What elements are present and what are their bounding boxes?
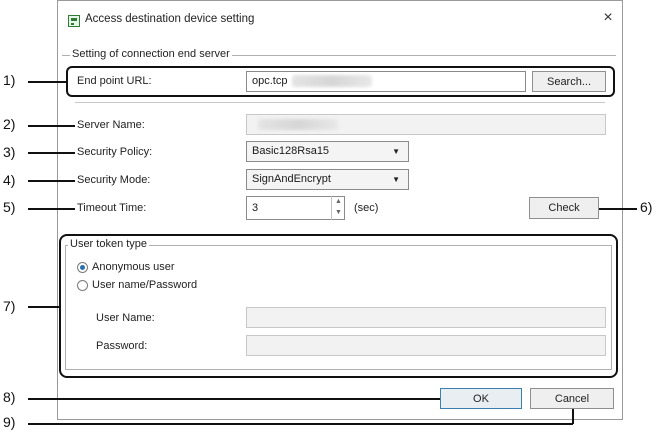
- endpoint-label-text: End point URL:: [77, 75, 152, 87]
- callout-9-vline: [572, 409, 574, 424]
- timeout-label: Timeout Time:: [77, 202, 147, 214]
- app-icon: [68, 15, 80, 27]
- security-mode-label: Security Mode:: [77, 174, 151, 186]
- chevron-down-icon: ▼: [392, 147, 400, 156]
- password-input[interactable]: [246, 335, 606, 356]
- search-button[interactable]: Search...: [532, 71, 606, 92]
- spin-down-icon[interactable]: ▼: [335, 209, 342, 216]
- security-policy-label: Security Policy:: [77, 146, 153, 158]
- callout-9-line: [28, 423, 573, 425]
- callout-4: 4): [3, 172, 16, 188]
- window-title: Access destination device setting: [85, 13, 255, 25]
- callout-6: 6): [640, 199, 653, 215]
- connection-group-legend: Setting of connection end server: [70, 48, 232, 60]
- callout-3: 3): [3, 144, 16, 160]
- ok-button[interactable]: OK: [440, 388, 522, 409]
- callout-8-line: [28, 398, 440, 400]
- anonymous-label[interactable]: Anonymous user: [92, 261, 175, 273]
- redacted-server-name: [258, 119, 338, 130]
- security-mode-select[interactable]: SignAndEncrypt ▼: [246, 169, 409, 190]
- check-button[interactable]: Check: [529, 197, 599, 219]
- callout-2-line: [28, 125, 75, 127]
- security-policy-select[interactable]: Basic128Rsa15 ▼: [246, 141, 409, 162]
- callout-2: 2): [3, 116, 16, 132]
- callout-3-line: [28, 152, 75, 154]
- endpoint-url-input[interactable]: opc.tcp: [246, 71, 526, 92]
- callout-7-line: [28, 306, 59, 308]
- user-token-legend: User token type: [68, 238, 150, 250]
- callout-5-line: [28, 208, 75, 210]
- callout-4-line: [28, 180, 75, 182]
- callout-7: 7): [3, 298, 16, 314]
- redacted-url: [292, 75, 372, 87]
- anonymous-radio[interactable]: [77, 262, 88, 273]
- password-label: Password:: [96, 340, 148, 352]
- close-icon[interactable]: ×: [600, 10, 616, 26]
- callout-1-line: [28, 81, 66, 83]
- userpass-label[interactable]: User name/Password: [92, 279, 197, 291]
- security-policy-value: Basic128Rsa15: [252, 145, 330, 157]
- chevron-down-icon: ▼: [392, 175, 400, 184]
- security-mode-value: SignAndEncrypt: [252, 173, 331, 185]
- callout-1: 1): [3, 72, 16, 88]
- endpoint-url-value: opc.tcp: [252, 75, 288, 87]
- timeout-spinner[interactable]: ▲ ▼: [331, 196, 344, 220]
- callout-6-line: [599, 208, 637, 210]
- callout-9: 9): [3, 414, 16, 430]
- user-name-input[interactable]: [246, 307, 606, 328]
- server-name-label: Server Name:: [77, 119, 145, 131]
- timeout-value: 3: [252, 202, 259, 214]
- userpass-radio[interactable]: [77, 280, 88, 291]
- timeout-unit: (sec): [354, 202, 379, 214]
- endpoint-label: EEnd point URL:: [77, 75, 152, 87]
- callout-5: 5): [3, 199, 16, 215]
- separator: [75, 102, 605, 103]
- user-name-label: User Name:: [96, 312, 155, 324]
- cancel-button[interactable]: Cancel: [530, 388, 614, 409]
- spin-up-icon[interactable]: ▲: [335, 198, 342, 205]
- callout-8: 8): [3, 389, 16, 405]
